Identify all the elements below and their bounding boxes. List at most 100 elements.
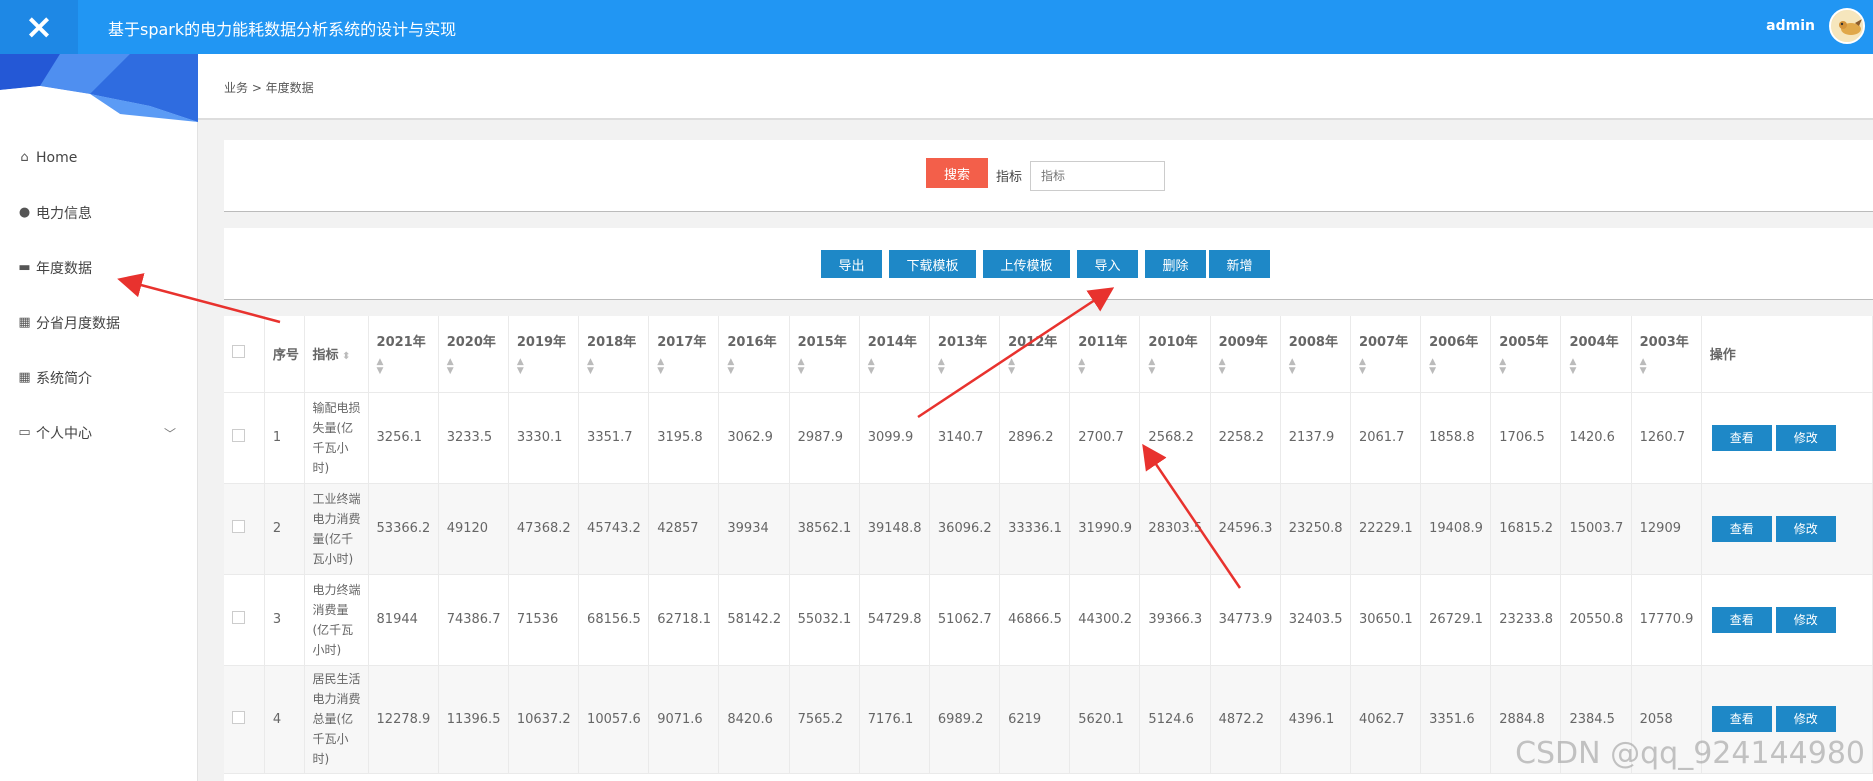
year-value-cell: 47368.2 — [508, 483, 580, 575]
table-row[interactable]: 1 输配电损 失量(亿 千瓦小 时) 3256.1 3233.5 3330.1 3351.7 31… — [224, 392, 1873, 484]
search-input[interactable] — [1030, 161, 1165, 191]
sort-icon[interactable]: ▲ ▼ — [1359, 358, 1420, 376]
row-checkbox[interactable] — [232, 710, 245, 724]
year-value-cell: 30650.1 — [1350, 574, 1422, 666]
column-header-year[interactable]: 2021年 ▲ ▼ — [368, 316, 439, 393]
sort-icon[interactable]: ▲ ▼ — [1219, 358, 1280, 376]
sort-icon[interactable]: ▲ ▼ — [727, 358, 788, 376]
row-checkbox[interactable] — [232, 429, 245, 442]
sidebar-item-label: 电力信息 — [36, 205, 92, 222]
column-header-year[interactable]: 2013年 ▲ ▼ — [929, 316, 1001, 393]
edit-button[interactable]: 修改 — [1775, 706, 1836, 732]
column-header-year[interactable]: 2020年 ▲ ▼ — [438, 316, 509, 393]
sort-icon[interactable]: ▲ ▼ — [1289, 358, 1350, 376]
column-header-index: 序号 — [264, 316, 305, 393]
download-template-button[interactable]: 下载模板 — [889, 250, 976, 278]
column-header-year[interactable]: 2003年 ▲ ▼ — [1631, 316, 1702, 393]
sidebar-banner — [0, 54, 198, 122]
search-panel: 搜索 指标 — [224, 140, 1873, 212]
annual-data-table: 序号 指标 ⬍ 2021年 ▲ ▼ 2020年 ▲ ▼ 2019年 ▲ ▼ 2018年 ▲ ▼ 20… — [224, 316, 1873, 774]
sort-icon[interactable]: ▲ ▼ — [1429, 358, 1490, 376]
breadcrumb[interactable]: 业务 > 年度数据 — [224, 79, 314, 96]
search-button[interactable]: 搜索 — [926, 158, 988, 188]
row-checkbox[interactable] — [232, 611, 245, 624]
sort-icon[interactable]: ▲ ▼ — [1569, 358, 1630, 376]
year-value-cell: 38562.1 — [789, 483, 860, 575]
sort-icon[interactable]: ▲ ▼ — [1078, 358, 1139, 376]
sort-icon[interactable]: ▲ ▼ — [798, 358, 859, 376]
sort-icon[interactable]: ▲ ▼ — [1499, 358, 1560, 376]
column-header-year[interactable]: 2018年 ▲ ▼ — [578, 316, 650, 393]
view-button[interactable]: 查看 — [1711, 706, 1772, 732]
sidebar-item-annual-data[interactable]: ▬ 年度数据 — [0, 240, 198, 295]
column-header-label: 指标 — [312, 348, 339, 364]
sort-icon[interactable]: ⬍ — [339, 351, 350, 362]
action-toolbar: 导出 下载模板 上传模板 导入 删除 新增 — [224, 228, 1873, 300]
sidebar-item-power-info[interactable]: ● 电力信息 — [0, 185, 198, 240]
column-header-label: 2019年 — [516, 335, 567, 351]
select-all-checkbox[interactable] — [232, 345, 245, 359]
column-header-year[interactable]: 2009年 ▲ ▼ — [1210, 316, 1281, 393]
row-select-cell — [224, 392, 265, 484]
sidebar-item-personal-center[interactable]: ▭ 个人中心 ﹀ — [0, 405, 198, 460]
view-button[interactable]: 查看 — [1711, 515, 1772, 542]
edit-button[interactable]: 修改 — [1775, 424, 1836, 451]
delete-button[interactable]: 删除 — [1145, 250, 1206, 278]
column-header-year[interactable]: 2008年 ▲ ▼ — [1280, 316, 1351, 393]
edit-button[interactable]: 修改 — [1775, 606, 1836, 633]
column-header-year[interactable]: 2012年 ▲ ▼ — [999, 316, 1071, 393]
year-value-cell: 3195.8 — [648, 392, 720, 484]
column-header-year[interactable]: 2006年 ▲ ▼ — [1420, 316, 1492, 393]
edit-button[interactable]: 修改 — [1775, 515, 1836, 542]
metric-text-line: (亿千瓦 — [312, 622, 354, 637]
column-header-year[interactable]: 2014年 ▲ ▼ — [859, 316, 930, 393]
chevron-down-icon[interactable]: ﹀ — [164, 425, 176, 442]
sort-icon[interactable]: ▲ ▼ — [1148, 358, 1209, 376]
sort-icon[interactable]: ▲ ▼ — [377, 358, 438, 376]
sort-icon[interactable]: ▲ ▼ — [868, 358, 929, 376]
table-row[interactable]: 2 工业终端 电力消费 量(亿千 瓦小时) 53366.2 49120 47368.2 4574… — [224, 483, 1873, 575]
sidebar-item-province-monthly[interactable]: ▦ 分省月度数据 — [0, 295, 198, 350]
sort-icon[interactable]: ▲ ▼ — [447, 358, 508, 376]
sort-icon[interactable]: ▲ ▼ — [517, 358, 578, 376]
row-select-cell — [224, 483, 265, 575]
add-button[interactable]: 新增 — [1209, 250, 1270, 278]
export-button[interactable]: 导出 — [821, 250, 882, 278]
close-icon[interactable]: × — [0, 0, 78, 54]
view-button[interactable]: 查看 — [1711, 606, 1772, 633]
column-header-year[interactable]: 2005年 ▲ ▼ — [1490, 316, 1562, 393]
sidebar-item-home[interactable]: ⌂ Home — [0, 130, 198, 185]
metric-text-line: 电力消费 — [312, 511, 361, 526]
view-button[interactable]: 查看 — [1711, 424, 1772, 451]
table-row[interactable]: 3 电力终端 消费量 (亿千瓦 小时) 81944 74386.7 71536 68156.5 6… — [224, 574, 1873, 666]
year-value-cell: 2700.7 — [1069, 392, 1141, 484]
import-button[interactable]: 导入 — [1077, 250, 1138, 278]
year-value-cell: 7565.2 — [789, 665, 860, 774]
sort-icon[interactable]: ▲ ▼ — [1640, 358, 1701, 376]
upload-template-button[interactable]: 上传模板 — [983, 250, 1070, 278]
column-header-year[interactable]: 2007年 ▲ ▼ — [1350, 316, 1422, 393]
year-value-cell: 8420.6 — [718, 665, 790, 774]
sort-icon[interactable]: ▲ ▼ — [1008, 358, 1069, 376]
column-header-year[interactable]: 2015年 ▲ ▼ — [789, 316, 860, 393]
column-header-year[interactable]: 2010年 ▲ ▼ — [1139, 316, 1211, 393]
sort-icon[interactable]: ▲ ▼ — [587, 358, 648, 376]
avatar[interactable] — [1829, 8, 1865, 44]
user-name[interactable]: admin — [1766, 18, 1815, 34]
column-header-year[interactable]: 2017年 ▲ ▼ — [648, 316, 720, 393]
row-checkbox[interactable] — [232, 520, 245, 533]
column-header-year[interactable]: 2011年 ▲ ▼ — [1069, 316, 1141, 393]
year-value-cell: 11396.5 — [438, 665, 509, 774]
metric-text-line: 电力消费 — [312, 692, 361, 706]
column-header-year[interactable]: 2004年 ▲ ▼ — [1560, 316, 1632, 393]
year-value-cell: 36096.2 — [929, 483, 1001, 575]
sort-icon[interactable]: ▲ ▼ — [938, 358, 999, 376]
sidebar-item-label: 系统简介 — [36, 370, 92, 387]
column-header-year[interactable]: 2019年 ▲ ▼ — [508, 316, 580, 393]
grid-icon: ▦ — [18, 314, 31, 330]
sidebar-item-system-intro[interactable]: ▦ 系统简介 — [0, 350, 198, 405]
row-actions: 查看 修改 — [1701, 483, 1873, 575]
column-header-label: 2004年 — [1569, 335, 1619, 351]
sort-icon[interactable]: ▲ ▼ — [657, 358, 718, 376]
column-header-year[interactable]: 2016年 ▲ ▼ — [718, 316, 790, 393]
